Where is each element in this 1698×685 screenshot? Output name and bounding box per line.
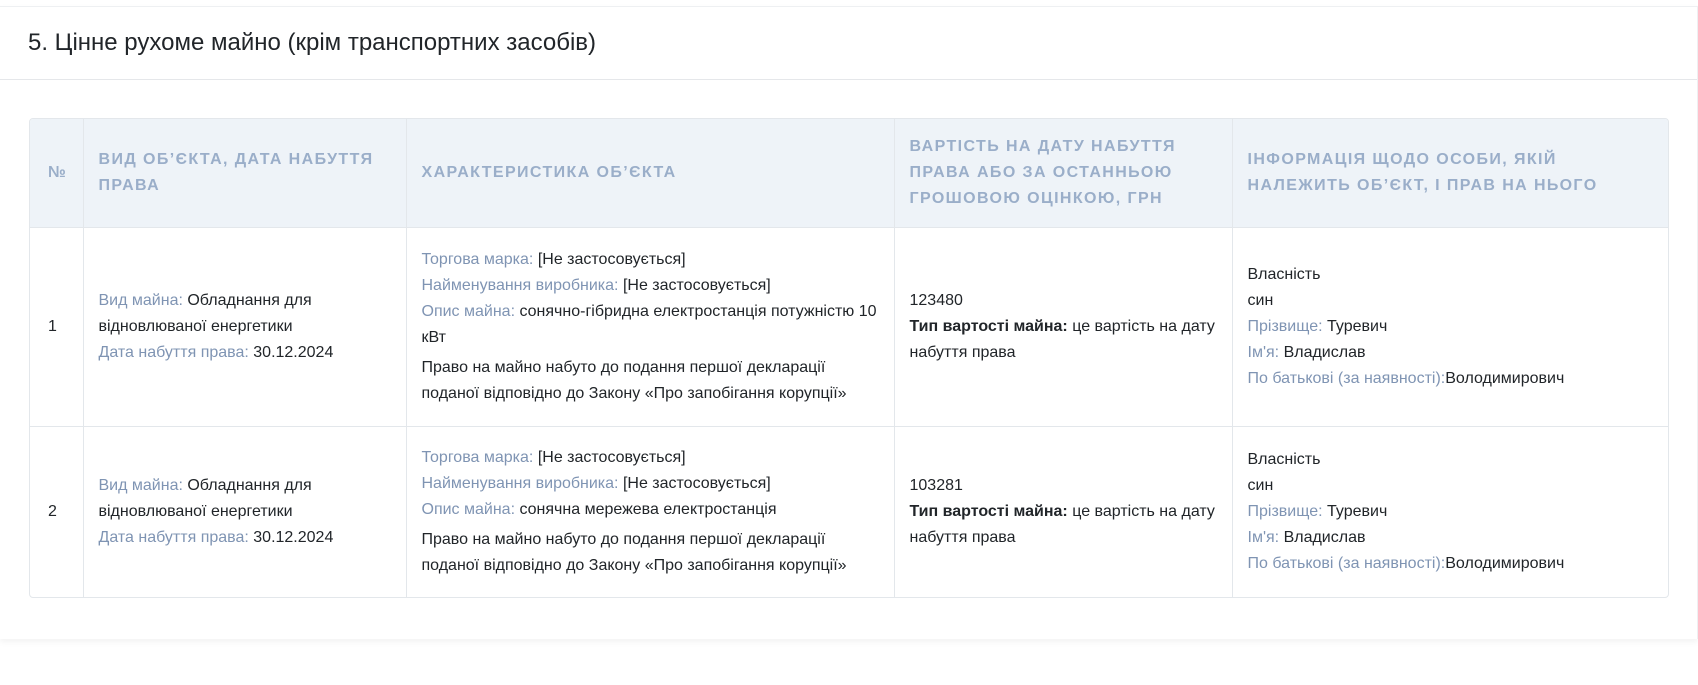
first-name-label: Ім'я: [1247, 344, 1280, 361]
brand-label: Торгова марка: [421, 449, 534, 466]
object-type-cell: Вид майна: Обладнання для відновлюваної … [83, 227, 407, 427]
manufacturer-label: Найменування виробника: [421, 475, 619, 492]
ownership-type: Власність [1247, 266, 1321, 283]
owner-info-cell: Власність син Прізвище: Туревич Ім'я: Вл… [1232, 426, 1668, 597]
first-name-label: Ім'я: [1247, 529, 1280, 546]
table-row: 1 Вид майна: Обладнання для відновлювано… [30, 227, 1668, 427]
row-number: 1 [30, 227, 84, 427]
brand-value: [Не застосовується] [537, 449, 686, 466]
value-type-label: Тип вартості майна: [909, 503, 1068, 520]
surname-value: Туревич [1327, 318, 1388, 335]
owner-relation: син [1247, 477, 1274, 494]
owner-info-cell: Власність син Прізвище: Туревич Ім'я: Вл… [1232, 227, 1668, 427]
acquisition-date-label: Дата набуття права: [98, 344, 249, 361]
acquisition-date-label: Дата набуття права: [98, 529, 249, 546]
header-num: № [30, 119, 84, 228]
acquisition-note: Право на майно набуто до подання першої … [421, 359, 847, 402]
ownership-type: Власність [1247, 451, 1321, 468]
first-name-value: Владислав [1283, 344, 1366, 361]
object-description-cell: Торгова марка: [Не застосовується] Найме… [406, 426, 895, 597]
surname-value: Туревич [1327, 503, 1388, 520]
property-description-value: сонячна мережева електростанція [519, 501, 777, 518]
property-type-label: Вид майна: [98, 477, 183, 494]
property-type-label: Вид майна: [98, 292, 183, 309]
patronymic-label: По батькові (за наявності): [1247, 370, 1446, 387]
object-description-cell: Торгова марка: [Не застосовується] Найме… [406, 227, 895, 427]
header-object-type: Вид об’єкта, дата набуття права [83, 119, 407, 228]
section-header: 5. Цінне рухоме майно (крім транспортних… [0, 7, 1697, 80]
value-cell: 123480 Тип вартості майна: це вартість н… [894, 227, 1233, 427]
acquisition-note: Право на майно набуто до подання першої … [421, 531, 847, 574]
value-amount: 123480 [909, 292, 963, 309]
acquisition-date-value: 30.12.2024 [253, 344, 334, 361]
manufacturer-label: Найменування виробника: [421, 277, 619, 294]
surname-label: Прізвище: [1247, 318, 1323, 335]
header-value: Вартість на дату набуття права або за ос… [894, 119, 1233, 228]
first-name-value: Владислав [1283, 529, 1366, 546]
value-cell: 103281 Тип вартості майна: це вартість н… [894, 426, 1233, 597]
table-header-row: № Вид об’єкта, дата набуття права Характ… [30, 119, 1668, 228]
acquisition-date-value: 30.12.2024 [253, 529, 334, 546]
manufacturer-value: [Не застосовується] [622, 475, 771, 492]
value-amount: 103281 [909, 477, 963, 494]
property-description-label: Опис майна: [421, 303, 516, 320]
table-row: 2 Вид майна: Обладнання для відновлювано… [30, 426, 1668, 597]
patronymic-value: Володимирович [1445, 370, 1565, 387]
surname-label: Прізвище: [1247, 503, 1323, 520]
patronymic-value: Володимирович [1445, 555, 1565, 572]
movable-property-table: № Вид об’єкта, дата набуття права Характ… [29, 118, 1669, 598]
owner-relation: син [1247, 292, 1274, 309]
value-type-label: Тип вартості майна: [909, 318, 1068, 335]
section-title: 5. Цінне рухоме майно (крім транспортних… [28, 29, 597, 56]
object-type-cell: Вид майна: Обладнання для відновлюваної … [83, 426, 407, 597]
property-description-label: Опис майна: [421, 501, 516, 518]
row-number: 2 [30, 426, 84, 597]
brand-value: [Не застосовується] [537, 251, 686, 268]
patronymic-label: По батькові (за наявності): [1247, 555, 1446, 572]
brand-label: Торгова марка: [421, 251, 534, 268]
manufacturer-value: [Не застосовується] [622, 277, 771, 294]
page: 5. Цінне рухоме майно (крім транспортних… [0, 0, 1698, 685]
header-owner-info: Інформація щодо особи, якій належить об’… [1232, 119, 1668, 228]
header-object-description: Характеристика об’єкта [406, 119, 895, 228]
section-card: 5. Цінне рухоме майно (крім транспортних… [0, 6, 1698, 639]
